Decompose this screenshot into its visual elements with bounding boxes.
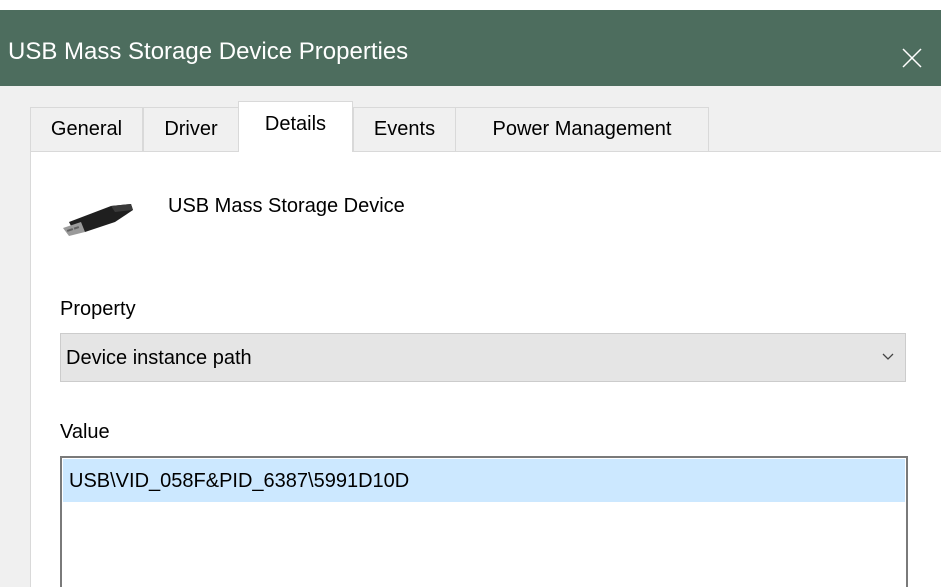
property-dropdown[interactable]: Device instance path bbox=[60, 333, 906, 382]
top-strip bbox=[0, 0, 941, 10]
tab-general[interactable]: General bbox=[30, 107, 143, 151]
property-label: Property bbox=[60, 298, 136, 320]
value-list[interactable]: USB\VID_058F&PID_6387\5991D10D bbox=[60, 456, 908, 587]
tab-label: Driver bbox=[164, 118, 218, 140]
tab-label: Details bbox=[264, 113, 327, 135]
chevron-down-icon bbox=[882, 353, 894, 360]
close-icon bbox=[902, 48, 922, 68]
tab-driver[interactable]: Driver bbox=[143, 107, 239, 151]
tab-details[interactable]: Details bbox=[238, 101, 353, 152]
property-selected-value: Device instance path bbox=[66, 347, 252, 369]
tab-power-management[interactable]: Power Management bbox=[455, 107, 709, 151]
list-item-text: USB\VID_058F&PID_6387\5991D10D bbox=[69, 470, 410, 492]
properties-dialog: USB Mass Storage Device Properties Gener… bbox=[0, 0, 941, 587]
tab-events[interactable]: Events bbox=[353, 107, 456, 151]
tab-label: Events bbox=[373, 118, 436, 140]
window-title: USB Mass Storage Device Properties bbox=[8, 38, 409, 65]
close-button[interactable] bbox=[883, 30, 941, 86]
device-name: USB Mass Storage Device bbox=[168, 195, 405, 217]
tab-label: Power Management bbox=[492, 118, 672, 140]
value-label: Value bbox=[60, 421, 110, 443]
usb-drive-icon bbox=[63, 204, 133, 236]
title-bar[interactable]: USB Mass Storage Device Properties bbox=[0, 10, 941, 86]
list-item[interactable]: USB\VID_058F&PID_6387\5991D10D bbox=[63, 459, 905, 502]
tab-label: General bbox=[50, 118, 123, 140]
